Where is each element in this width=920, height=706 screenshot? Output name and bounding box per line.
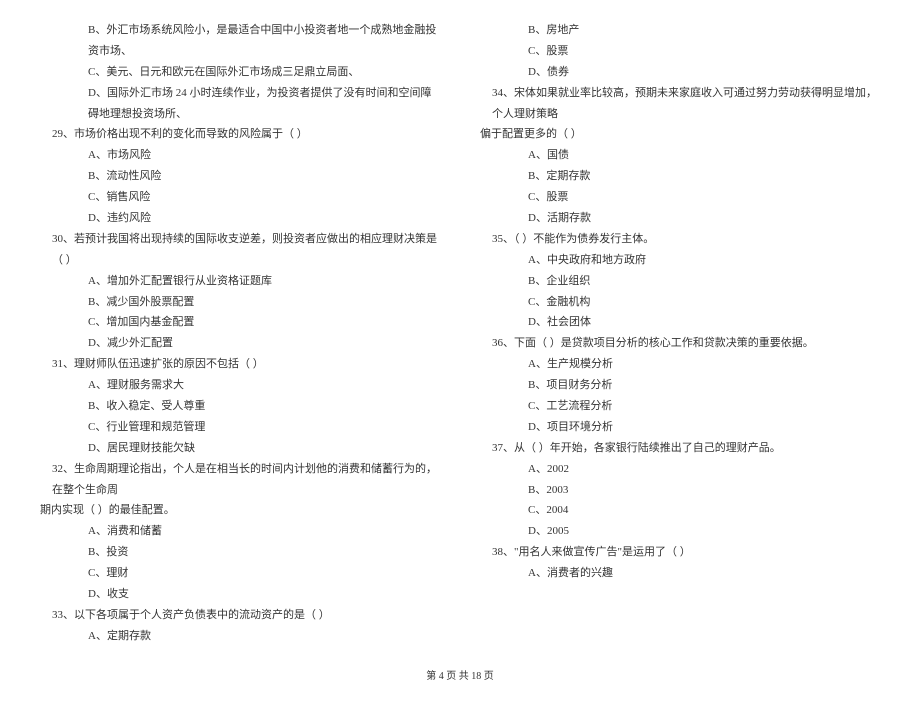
q32-option-a: A、消费和储蓄: [40, 521, 440, 542]
left-column: B、外汇市场系统风险小，是最适合中国中小投资者地一个成熟地金融投资市场、 C、美…: [40, 20, 440, 647]
q34-stem-line2: 偏于配置更多的（ ）: [480, 124, 880, 145]
q34-option-c: C、股票: [480, 187, 880, 208]
q38-option-a: A、消费者的兴趣: [480, 563, 880, 584]
q35-option-a: A、中央政府和地方政府: [480, 250, 880, 271]
q35-option-d: D、社会团体: [480, 312, 880, 333]
q28-option-d: D、国际外汇市场 24 小时连续作业，为投资者提供了没有时间和空间障碍地理想投资…: [40, 83, 440, 125]
two-column-layout: B、外汇市场系统风险小，是最适合中国中小投资者地一个成熟地金融投资市场、 C、美…: [40, 20, 880, 647]
q34-option-d: D、活期存款: [480, 208, 880, 229]
q33-option-d: D、债券: [480, 62, 880, 83]
q31-option-c: C、行业管理和规范管理: [40, 417, 440, 438]
q32-stem-line2: 期内实现（ ）的最佳配置。: [40, 500, 440, 521]
page-footer: 第 4 页 共 18 页: [40, 667, 880, 686]
q35-option-b: B、企业组织: [480, 271, 880, 292]
q30-option-d: D、减少外汇配置: [40, 333, 440, 354]
q34-option-b: B、定期存款: [480, 166, 880, 187]
q36-option-c: C、工艺流程分析: [480, 396, 880, 417]
q34-stem-line1: 34、宋体如果就业率比较高，预期未来家庭收入可通过努力劳动获得明显增加，个人理财…: [480, 83, 880, 125]
q33-option-c: C、股票: [480, 41, 880, 62]
q37-option-a: A、2002: [480, 459, 880, 480]
q31-option-a: A、理财服务需求大: [40, 375, 440, 396]
q31-option-d: D、居民理财技能欠缺: [40, 438, 440, 459]
q37-option-d: D、2005: [480, 521, 880, 542]
q30-option-c: C、增加国内基金配置: [40, 312, 440, 333]
q30-stem: 30、若预计我国将出现持续的国际收支逆差，则投资者应做出的相应理财决策是（ ）: [40, 229, 440, 271]
q33-option-a: A、定期存款: [40, 626, 440, 647]
q31-stem: 31、理财师队伍迅速扩张的原因不包括（ ）: [40, 354, 440, 375]
q35-stem: 35、（ ）不能作为债券发行主体。: [480, 229, 880, 250]
q34-option-a: A、国债: [480, 145, 880, 166]
q36-option-b: B、项目财务分析: [480, 375, 880, 396]
q36-option-d: D、项目环境分析: [480, 417, 880, 438]
q37-stem: 37、从（ ）年开始，各家银行陆续推出了自己的理财产品。: [480, 438, 880, 459]
q35-option-c: C、金融机构: [480, 292, 880, 313]
q37-option-c: C、2004: [480, 500, 880, 521]
q33-option-b: B、房地产: [480, 20, 880, 41]
q33-stem: 33、以下各项属于个人资产负债表中的流动资产的是（ ）: [40, 605, 440, 626]
q32-option-b: B、投资: [40, 542, 440, 563]
q30-option-a: A、增加外汇配置银行从业资格证题库: [40, 271, 440, 292]
q28-option-b: B、外汇市场系统风险小，是最适合中国中小投资者地一个成熟地金融投资市场、: [40, 20, 440, 62]
q36-stem: 36、下面（ ）是贷款项目分析的核心工作和贷款决策的重要依据。: [480, 333, 880, 354]
q31-option-b: B、收入稳定、受人尊重: [40, 396, 440, 417]
right-column: B、房地产 C、股票 D、债券 34、宋体如果就业率比较高，预期未来家庭收入可通…: [480, 20, 880, 647]
q29-option-d: D、违约风险: [40, 208, 440, 229]
q32-option-c: C、理财: [40, 563, 440, 584]
q38-stem: 38、"用名人来做宣传广告"是运用了（ ）: [480, 542, 880, 563]
q28-option-c: C、美元、日元和欧元在国际外汇市场成三足鼎立局面、: [40, 62, 440, 83]
q36-option-a: A、生产规模分析: [480, 354, 880, 375]
q29-option-b: B、流动性风险: [40, 166, 440, 187]
q29-stem: 29、市场价格出现不利的变化而导致的风险属于（ ）: [40, 124, 440, 145]
q32-stem-line1: 32、生命周期理论指出，个人是在相当长的时间内计划他的消费和储蓄行为的，在整个生…: [40, 459, 440, 501]
q32-option-d: D、收支: [40, 584, 440, 605]
q30-option-b: B、减少国外股票配置: [40, 292, 440, 313]
q29-option-a: A、市场风险: [40, 145, 440, 166]
q29-option-c: C、销售风险: [40, 187, 440, 208]
q37-option-b: B、2003: [480, 480, 880, 501]
